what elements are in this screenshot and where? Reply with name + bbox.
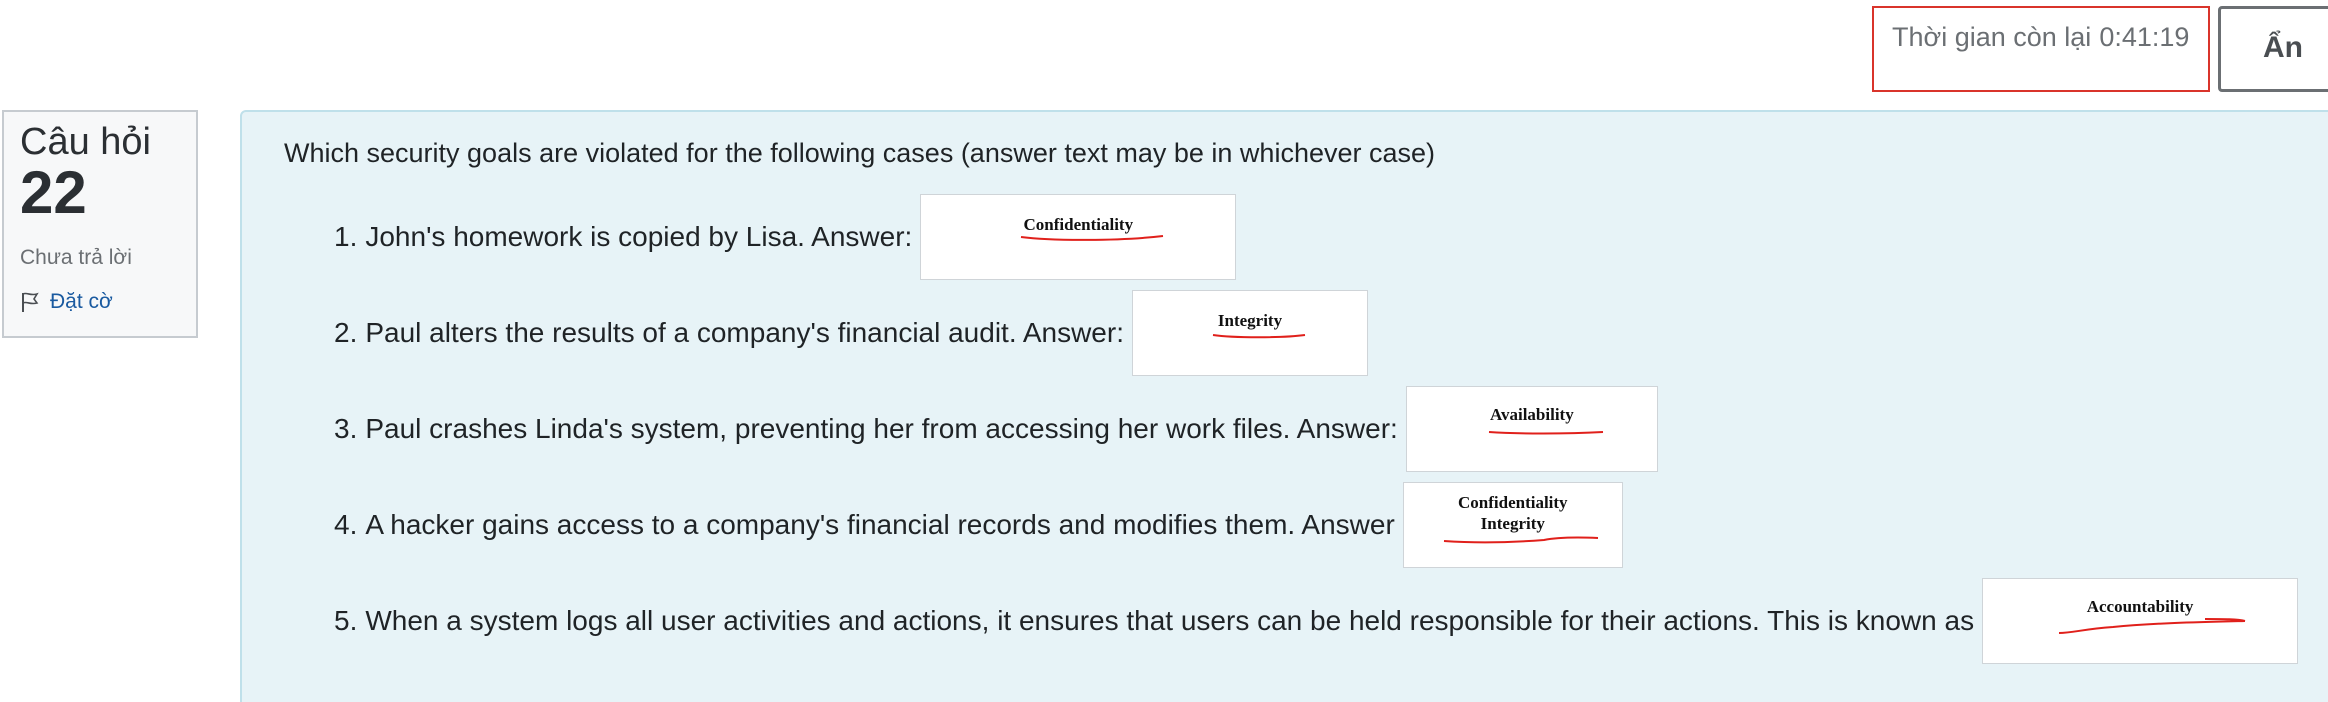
timer-value: 0:41:19	[2099, 22, 2190, 52]
item-number: 5.	[334, 605, 358, 636]
answer-image-2: Integrity	[1131, 290, 1368, 376]
quiz-page: Thời gian còn lại 0:41:19 Ẩn Câu hỏi 22 C…	[0, 0, 2328, 702]
red-underline-annotation	[2059, 618, 2246, 634]
item-number: 2.	[334, 317, 358, 348]
answer-image-4: Confidentiality Integrity	[1402, 482, 1623, 568]
timer-label: Thời gian còn lại	[1892, 22, 2092, 52]
item-text: Paul alters the results of a company's f…	[365, 317, 1124, 348]
item-number: 3.	[334, 413, 358, 444]
item-number: 1.	[334, 221, 358, 252]
flag-icon	[22, 292, 39, 312]
question-item-1: 1. John's homework is copied by Lisa. An…	[334, 194, 1237, 280]
question-number: 22	[20, 159, 87, 226]
flag-label: Đặt cờ	[50, 290, 113, 313]
answer-image-1: Confidentiality	[920, 194, 1237, 280]
flag-question-link[interactable]: Đặt cờ	[20, 290, 196, 314]
question-info-panel: Câu hỏi 22 Chưa trả lời Đặt cờ	[2, 110, 198, 338]
item-text: When a system logs all user activities a…	[365, 605, 1975, 636]
answer-image-5: Accountability	[1982, 578, 2299, 664]
question-item-5: 5. When a system logs all user activitie…	[334, 578, 2299, 664]
red-underline-annotation	[1488, 431, 1603, 435]
question-item-2: 2. Paul alters the results of a company'…	[334, 290, 1368, 376]
item-text: John's homework is copied by Lisa. Answe…	[365, 221, 913, 252]
question-item-4: 4. A hacker gains access to a company's …	[334, 482, 1623, 568]
time-remaining: Thời gian còn lại 0:41:19	[1872, 6, 2210, 92]
item-number: 4.	[334, 509, 358, 540]
item-text: Paul crashes Linda's system, preventing …	[365, 413, 1398, 444]
question-content-panel: Which security goals are violated for th…	[240, 110, 2328, 702]
question-item-3: 3. Paul crashes Linda's system, preventi…	[334, 386, 1658, 472]
red-underline-annotation	[1212, 334, 1306, 339]
question-prompt: Which security goals are violated for th…	[284, 138, 1436, 168]
hide-timer-button[interactable]: Ẩn	[2218, 6, 2328, 92]
red-underline-annotation	[1443, 536, 1598, 544]
answer-image-3: Availability	[1405, 386, 1658, 472]
question-status: Chưa trả lời	[20, 246, 132, 269]
red-underline-annotation	[1021, 235, 1164, 241]
question-label: Câu hỏi	[20, 121, 151, 163]
item-text: A hacker gains access to a company's fin…	[365, 509, 1395, 540]
